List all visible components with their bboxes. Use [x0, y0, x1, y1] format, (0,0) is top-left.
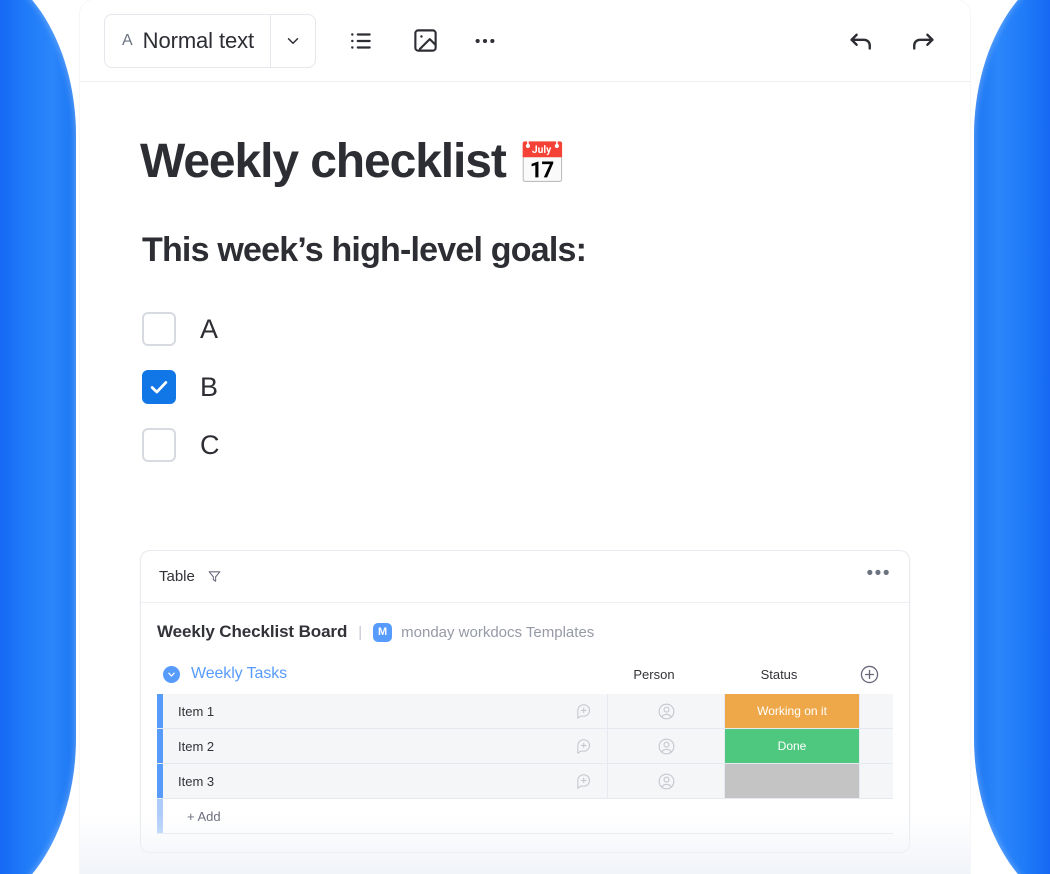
text-style-dropdown-main[interactable]: A Normal text	[105, 15, 270, 67]
cell-person[interactable]	[608, 694, 725, 728]
add-item-row[interactable]: + Add	[157, 799, 893, 834]
board-workspace-name[interactable]: monday workdocs Templates	[401, 624, 594, 641]
filter-funnel-icon[interactable]	[207, 569, 222, 584]
widget-toolbar: Table •••	[141, 551, 909, 603]
right-blue-band	[974, 0, 1050, 874]
checkbox-b[interactable]	[142, 370, 176, 404]
add-update-bubble-icon[interactable]	[575, 773, 592, 790]
cell-empty-column[interactable]	[859, 729, 893, 763]
document-body: Weekly checklist 📅 This week’s high-leve…	[80, 134, 970, 853]
cell-status[interactable]: Working on it	[725, 694, 859, 728]
breadcrumb-separator: |	[358, 623, 363, 641]
cell-empty-column[interactable]	[859, 764, 893, 798]
cell-status[interactable]: Done	[725, 729, 859, 763]
left-blue-band	[0, 0, 76, 874]
cell-person[interactable]	[608, 764, 725, 798]
cell-item-name[interactable]: Item 1	[163, 694, 608, 728]
page-title-text: Weekly checklist	[140, 135, 507, 188]
board-name[interactable]: Weekly Checklist Board	[157, 622, 347, 642]
page-title[interactable]: Weekly checklist 📅	[140, 134, 910, 189]
item-name-text: Item 2	[178, 738, 215, 754]
board-content: Weekly Checklist Board | M monday workdo…	[141, 603, 909, 852]
board-rows: Item 1 Working on it Item 2 Done Item 3 …	[157, 694, 893, 834]
table-row[interactable]: Item 2 Done	[157, 729, 893, 764]
column-header-status[interactable]: Status	[712, 667, 846, 682]
redo-arrow-icon[interactable]	[900, 18, 946, 64]
calendar-emoji: 📅	[517, 141, 568, 186]
cell-empty-column[interactable]	[859, 694, 893, 728]
editor-toolbar: A Normal text	[80, 0, 970, 82]
document-card: A Normal text Weekly checklist 📅 This we…	[80, 0, 970, 874]
text-style-A-icon: A	[122, 31, 133, 49]
column-header-person[interactable]: Person	[596, 667, 712, 682]
board-embed-widget: Table ••• Weekly Checklist Board | M mon…	[140, 550, 910, 853]
group-collapse-chevron-icon[interactable]	[163, 665, 180, 683]
cell-item-name[interactable]: Item 2	[163, 729, 608, 763]
cell-person[interactable]	[608, 729, 725, 763]
cell-item-name[interactable]: Item 3	[163, 764, 608, 798]
plus-circle-icon[interactable]	[846, 664, 893, 685]
checkbox-c[interactable]	[142, 428, 176, 462]
checkbox-a[interactable]	[142, 312, 176, 346]
checklist-label-a: A	[200, 313, 218, 344]
status-label: Working on it	[757, 704, 827, 718]
image-icon[interactable]	[402, 18, 448, 64]
table-row[interactable]: Item 1 Working on it	[157, 694, 893, 729]
board-group-name[interactable]: Weekly Tasks	[191, 665, 287, 683]
section-heading[interactable]: This week’s high-level goals:	[142, 231, 910, 270]
widget-more-menu-icon[interactable]: •••	[867, 564, 891, 590]
widget-type-label: Table	[159, 568, 195, 585]
checklist-item-c[interactable]: C	[142, 416, 910, 474]
add-update-bubble-icon[interactable]	[575, 703, 592, 720]
bulleted-list-icon[interactable]	[338, 18, 384, 64]
board-group-header: Weekly Tasks Person Status	[157, 657, 893, 691]
status-label: Done	[777, 739, 807, 753]
cell-status[interactable]	[725, 764, 859, 798]
chevron-down-icon[interactable]	[270, 14, 315, 67]
ellipsis-icon[interactable]	[462, 18, 508, 64]
item-name-text: Item 1	[178, 703, 215, 719]
undo-arrow-icon[interactable]	[838, 18, 884, 64]
add-update-bubble-icon[interactable]	[575, 738, 592, 755]
checklist-label-c: C	[200, 429, 220, 460]
text-style-label: Normal text	[142, 27, 255, 53]
add-item-label[interactable]: + Add	[163, 799, 893, 833]
monday-workspace-badge: M	[373, 622, 393, 642]
checklist-item-b[interactable]: B	[142, 358, 910, 416]
checklist-label-b: B	[200, 371, 218, 402]
table-row[interactable]: Item 3	[157, 764, 893, 799]
text-style-dropdown[interactable]: A Normal text	[104, 13, 317, 68]
checklist-item-a[interactable]: A	[142, 300, 910, 358]
item-name-text: Item 3	[178, 773, 215, 789]
goals-checklist: A B C	[142, 300, 910, 474]
board-breadcrumb: Weekly Checklist Board | M monday workdo…	[157, 617, 893, 647]
